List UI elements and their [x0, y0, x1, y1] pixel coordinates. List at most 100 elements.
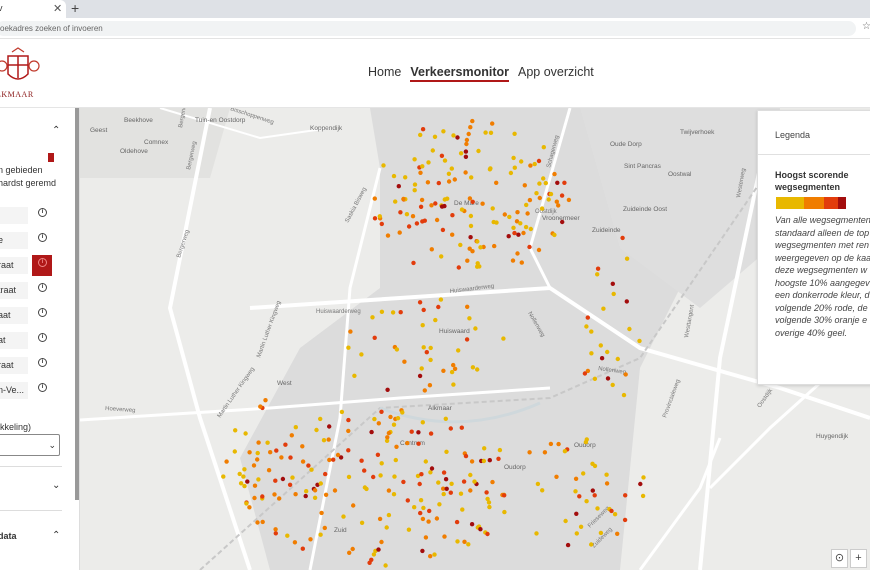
segment-marker[interactable]: [468, 213, 474, 219]
segment-marker[interactable]: [388, 414, 393, 420]
segment-marker[interactable]: [412, 157, 417, 162]
segment-marker[interactable]: [221, 474, 226, 479]
segment-marker[interactable]: [448, 490, 453, 495]
segment-marker[interactable]: [318, 532, 323, 537]
segment-marker[interactable]: [562, 180, 567, 185]
segment-marker[interactable]: [458, 242, 463, 248]
sidebar-scrollbar[interactable]: [75, 108, 79, 500]
segment-marker[interactable]: [451, 382, 456, 387]
segment-marker[interactable]: [478, 527, 483, 532]
segment-marker[interactable]: [426, 519, 431, 524]
segment-marker[interactable]: [308, 537, 313, 542]
segment-marker[interactable]: [381, 163, 386, 168]
segment-marker[interactable]: [425, 180, 431, 185]
street-label[interactable]: traat: [0, 282, 28, 299]
segment-marker[interactable]: [434, 516, 440, 521]
segment-marker[interactable]: [312, 495, 318, 500]
segment-marker[interactable]: [300, 459, 306, 464]
segment-marker[interactable]: [441, 129, 446, 134]
segment-marker[interactable]: [386, 488, 392, 493]
street-row[interactable]: at i: [0, 327, 60, 352]
info-icon[interactable]: i: [38, 333, 47, 342]
segment-marker[interactable]: [372, 335, 377, 340]
segment-marker[interactable]: [348, 329, 353, 334]
segment-marker[interactable]: [410, 214, 416, 219]
segment-marker[interactable]: [548, 441, 554, 447]
segment-marker[interactable]: [469, 175, 474, 180]
segment-marker[interactable]: [244, 501, 249, 506]
segment-marker[interactable]: [274, 448, 279, 453]
segment-marker[interactable]: [518, 221, 523, 226]
segment-marker[interactable]: [272, 492, 277, 497]
segment-marker[interactable]: [429, 466, 435, 471]
segment-marker[interactable]: [612, 512, 618, 517]
segment-marker[interactable]: [468, 235, 473, 240]
segment-marker[interactable]: [463, 453, 469, 459]
segment-marker[interactable]: [469, 459, 475, 464]
segment-marker[interactable]: [393, 199, 398, 204]
segment-marker[interactable]: [438, 297, 444, 302]
segment-marker[interactable]: [306, 463, 311, 468]
segment-marker[interactable]: [462, 539, 467, 544]
segment-marker[interactable]: [432, 134, 438, 139]
segment-marker[interactable]: [405, 440, 410, 446]
segment-marker[interactable]: [555, 180, 560, 185]
segment-marker[interactable]: [426, 160, 431, 165]
segment-marker[interactable]: [598, 530, 604, 536]
segment-marker[interactable]: [559, 193, 565, 198]
segment-marker[interactable]: [395, 416, 401, 421]
segment-marker[interactable]: [396, 184, 401, 189]
segment-marker[interactable]: [527, 450, 532, 455]
segment-marker[interactable]: [463, 149, 469, 154]
info-icon[interactable]: i: [38, 358, 47, 367]
segment-marker[interactable]: [265, 440, 270, 445]
segment-marker[interactable]: [436, 180, 441, 186]
segment-marker[interactable]: [327, 424, 332, 429]
segment-marker[interactable]: [502, 493, 507, 498]
segment-marker[interactable]: [256, 477, 261, 482]
segment-marker[interactable]: [406, 224, 412, 229]
segment-marker[interactable]: [496, 456, 501, 461]
segment-marker[interactable]: [331, 457, 336, 462]
segment-marker[interactable]: [494, 180, 499, 185]
segment-marker[interactable]: [247, 505, 252, 510]
segment-marker[interactable]: [326, 437, 331, 442]
segment-marker[interactable]: [421, 307, 426, 313]
segment-marker[interactable]: [268, 450, 273, 455]
segment-marker[interactable]: [260, 519, 265, 525]
segment-marker[interactable]: [314, 427, 319, 433]
segment-marker[interactable]: [541, 145, 546, 150]
segment-marker[interactable]: [424, 350, 429, 355]
segment-marker[interactable]: [429, 247, 434, 252]
segment-marker[interactable]: [456, 348, 461, 353]
segment-marker[interactable]: [598, 343, 603, 348]
segment-marker[interactable]: [464, 141, 469, 147]
segment-marker[interactable]: [437, 502, 442, 507]
info-icon[interactable]: i: [38, 208, 47, 217]
nav-home[interactable]: Home: [368, 65, 401, 82]
segment-marker[interactable]: [622, 517, 628, 523]
segment-marker[interactable]: [378, 473, 383, 478]
segment-marker[interactable]: [260, 494, 265, 499]
nav-verkeersmonitor[interactable]: Verkeersmonitor: [410, 65, 510, 82]
segment-marker[interactable]: [238, 481, 244, 486]
segment-marker[interactable]: [321, 438, 327, 443]
segment-marker[interactable]: [554, 474, 559, 479]
segment-marker[interactable]: [595, 266, 601, 271]
segment-marker[interactable]: [536, 158, 542, 164]
segment-marker[interactable]: [465, 258, 470, 263]
segment-marker[interactable]: [525, 211, 530, 216]
segment-marker[interactable]: [443, 416, 448, 421]
segment-marker[interactable]: [322, 525, 327, 531]
segment-marker[interactable]: [372, 416, 377, 422]
segment-marker[interactable]: [352, 373, 357, 378]
segment-marker[interactable]: [508, 170, 514, 176]
segment-marker[interactable]: [252, 495, 257, 501]
segment-marker[interactable]: [581, 471, 586, 476]
segment-marker[interactable]: [293, 492, 298, 497]
segment-marker[interactable]: [420, 516, 426, 522]
segment-marker[interactable]: [486, 500, 492, 505]
segment-marker[interactable]: [233, 428, 238, 433]
segment-marker[interactable]: [300, 546, 305, 551]
segment-marker[interactable]: [589, 542, 594, 547]
